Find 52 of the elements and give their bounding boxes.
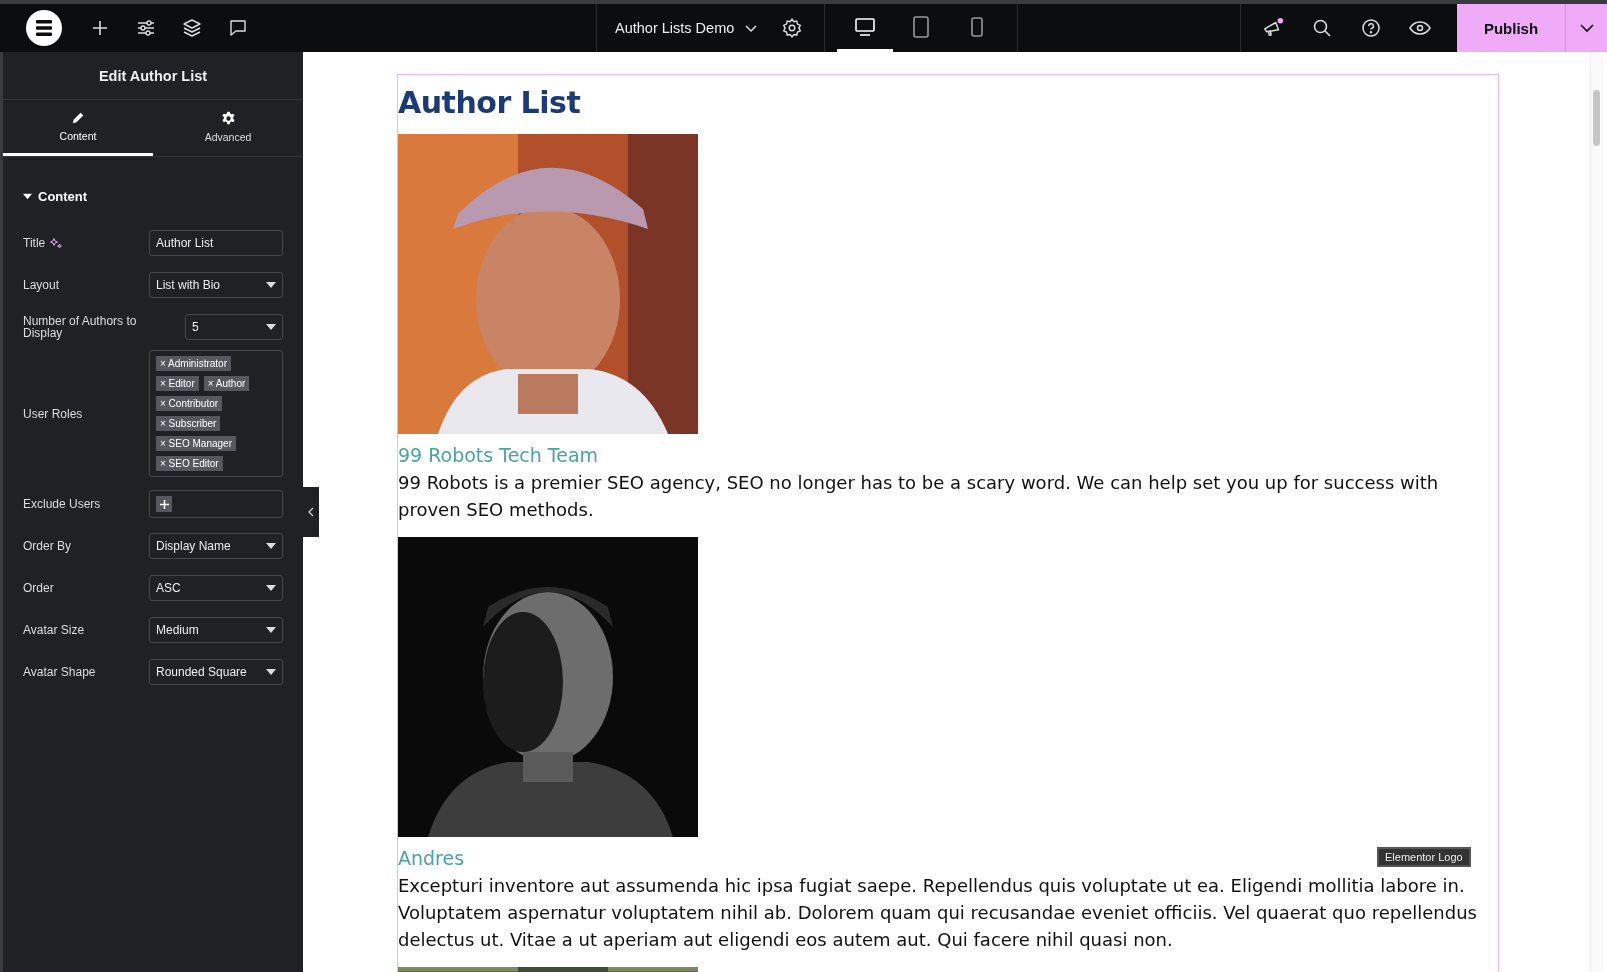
select-dropdown[interactable]: List with Bio [149,272,283,298]
sparkle-icon[interactable] [50,237,63,249]
select-dropdown[interactable]: ASC [149,575,283,601]
select-dropdown[interactable]: Display Name [149,533,283,559]
control-label: Order [23,582,54,594]
add-icon[interactable] [156,496,172,512]
caret-icon [266,543,276,549]
control-label: Avatar Size [23,624,85,636]
caret-icon [266,282,276,288]
role-tag[interactable]: × SEO Editor [156,456,223,471]
role-tag[interactable]: × Editor [156,376,199,391]
title-input-field[interactable]: Author List [149,230,283,256]
control-label: User Roles [23,407,83,420]
scrollbar[interactable] [1590,52,1603,972]
exclude-users-field[interactable] [149,490,283,518]
role-tag[interactable]: × Author [203,376,250,391]
tablet-icon [912,14,931,39]
widget-heading: Author List [398,85,582,120]
role-tag[interactable]: × Subscriber [156,416,221,431]
select-dropdown[interactable]: Rounded Square [149,659,283,685]
author-bio: 99 Robots is a premier SEO agency, SEO no longer has to be a scary word. We can help set you up for success with proven SEO methods. [398,471,1440,522]
role-tag[interactable]: × Administrator [156,356,231,371]
role-tag[interactable]: × Contributor [156,396,223,411]
desktop-icon [854,16,877,37]
panel-tab[interactable]: Content [3,100,153,156]
select-dropdown[interactable]: Medium [149,617,283,643]
pencil-icon [71,111,85,125]
control-label: Order By [23,540,71,552]
select-dropdown[interactable]: 5 [185,314,283,340]
caret-icon [23,192,32,201]
roles-tag-field[interactable]: × Administrator × Editor × Author × Contributor × Subscriber × SEO Manager × SEO Editor [149,350,283,477]
publish-button[interactable]: Publish [1457,4,1565,52]
control-label: Title [23,237,46,249]
collapse-panel-button[interactable] [303,487,319,537]
chevron-left-icon [308,507,314,517]
caret-icon [266,324,276,330]
caret-icon [266,669,276,675]
role-tag[interactable]: × SEO Manager [156,436,236,451]
document-title-dropdown[interactable]: Author Lists Demo [615,20,759,36]
panel-tab[interactable]: Advanced [153,100,303,156]
control-label: Avatar Shape [23,666,96,678]
mobile-icon [970,15,985,38]
control-label: Number of Authors to Display [23,315,138,339]
tooltip: Elementor Logo [1377,847,1471,867]
control-label: Layout [23,279,60,291]
caret-icon [266,585,276,591]
control-label: Exclude Users [23,498,101,510]
section-toggle[interactable]: Content [23,189,88,204]
caret-icon [266,627,276,633]
gear-icon [220,110,236,126]
elementor-logo-button[interactable] [26,10,62,46]
author-bio: Excepturi inventore aut assumenda hic ipsa fugiat saepe. Repellendus quis voluptate ut ea. Eligendi mollitia labore in. Voluptatem aspernatur voluptatem nihil ab. Dolorem quam qui recusandae eveniet officiis. Vel quaerat quo repellendus delectus ut. Vitae a ut aperiam aut eligendi eos autem aut. Qui facere nihil quasi non. [398,874,1478,952]
